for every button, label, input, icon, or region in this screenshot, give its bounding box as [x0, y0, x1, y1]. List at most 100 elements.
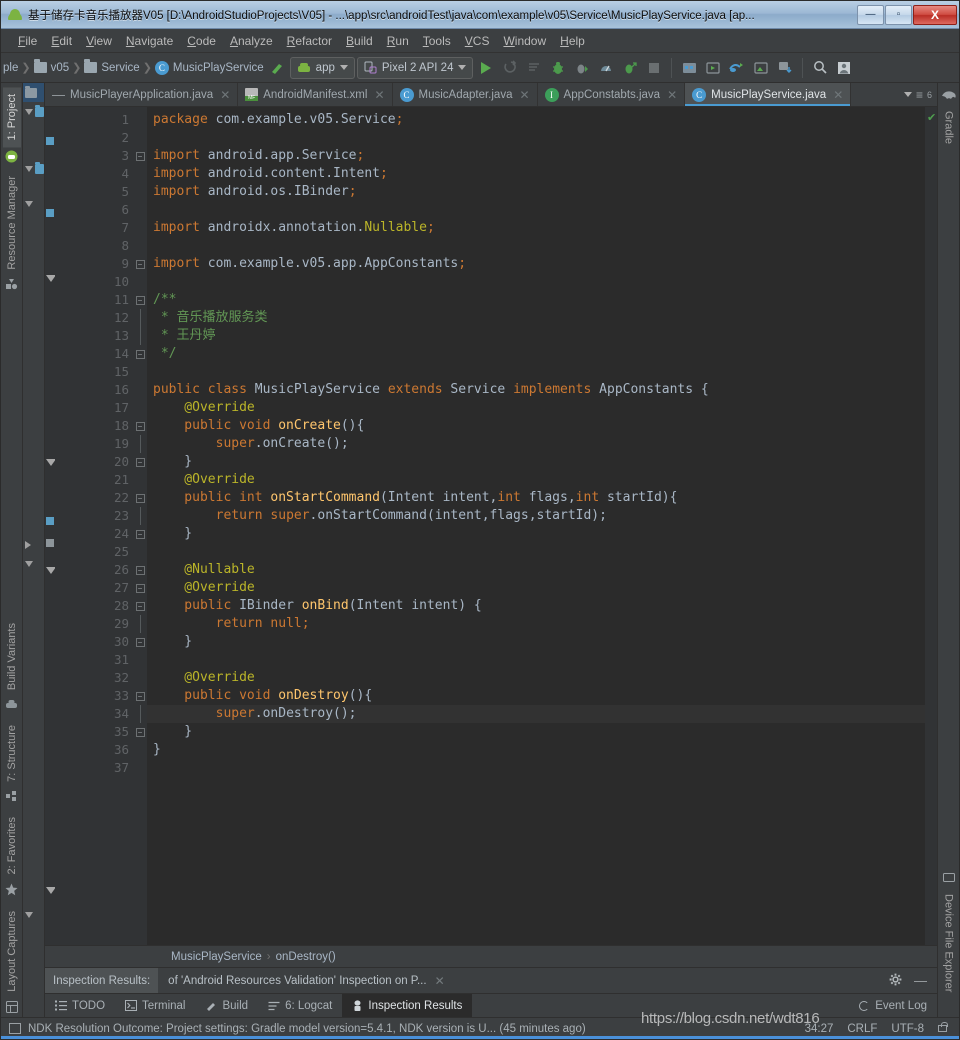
menu-refactor[interactable]: Refactor [280, 32, 339, 50]
minimize-icon[interactable]: — [914, 973, 927, 988]
stop-button[interactable] [643, 57, 665, 79]
bottom-tab-logcat[interactable]: 6: Logcat [258, 994, 342, 1017]
gutter-line-17[interactable]: 17 [55, 399, 133, 417]
tree-node-3[interactable] [23, 194, 44, 213]
fold-toggle-26[interactable]: − [133, 561, 147, 579]
menu-analyze[interactable]: Analyze [223, 32, 280, 50]
close-icon[interactable]: ✕ [220, 88, 230, 102]
code-line-2[interactable] [147, 129, 925, 147]
fold-toggle-34[interactable] [133, 705, 147, 723]
gutter-line-21[interactable]: 21 [55, 471, 133, 489]
fold-toggle-20[interactable]: − [133, 453, 147, 471]
fold-toggle-11[interactable]: − [133, 291, 147, 309]
menu-vcs[interactable]: VCS [458, 32, 497, 50]
gutter-line-36[interactable]: 36 [55, 741, 133, 759]
menu-code[interactable]: Code [180, 32, 223, 50]
fold-toggle-27[interactable]: − [133, 579, 147, 597]
code-line-28[interactable]: public IBinder onBind(Intent intent) { [147, 597, 925, 615]
tree-node-4[interactable] [23, 535, 44, 554]
editor-marker-stripe-left[interactable] [45, 107, 56, 945]
close-icon[interactable]: ✕ [833, 88, 843, 102]
apply-code-changes-button[interactable] [523, 57, 545, 79]
bottom-tab-todo[interactable]: TODO [45, 994, 115, 1017]
close-icon[interactable]: ✕ [374, 88, 384, 102]
code-line-20[interactable]: } [147, 453, 925, 471]
gutter-line-13[interactable]: 13 [55, 327, 133, 345]
code-line-34[interactable]: super.onDestroy(); [147, 705, 925, 723]
fold-toggle-19[interactable] [133, 435, 147, 453]
inspection-results-title-wrap[interactable]: of 'Android Resources Validation' Inspec… [158, 974, 454, 988]
code-line-1[interactable]: package com.example.v05.Service; [147, 111, 925, 129]
code-line-22[interactable]: public int onStartCommand(Intent intent,… [147, 489, 925, 507]
gutter-line-31[interactable]: 31 [55, 651, 133, 669]
gear-icon[interactable] [889, 973, 902, 989]
gutter-line-8[interactable]: 8 [55, 237, 133, 255]
gutter-line-33[interactable]: 33↑ [55, 687, 155, 705]
sidebar-item-structure[interactable]: 7: Structure [3, 718, 21, 789]
code-line-13[interactable]: * 王丹婷 [147, 327, 925, 345]
gutter-line-15[interactable]: 15 [55, 363, 133, 381]
code-line-25[interactable] [147, 543, 925, 561]
code-line-6[interactable] [147, 201, 925, 219]
fold-toggle-29[interactable] [133, 615, 147, 633]
bottom-tab-build[interactable]: Build [195, 994, 258, 1017]
code-line-16[interactable]: public class MusicPlayService extends Se… [147, 381, 925, 399]
fold-toggle-28[interactable]: − [133, 597, 147, 615]
breadcrumb-example[interactable]: ple [3, 62, 18, 74]
sidebar-item-resource-manager[interactable]: Resource Manager [3, 169, 21, 277]
gutter-line-35[interactable]: 35 [55, 723, 133, 741]
bottom-tab-terminal[interactable]: Terminal [115, 994, 195, 1017]
debug-button[interactable] [547, 57, 569, 79]
sidebar-item-project[interactable]: 1: Project [2, 87, 21, 148]
maximize-button[interactable]: ▫ [885, 4, 912, 25]
gutter-line-18[interactable]: 18↑ [55, 417, 155, 435]
code-line-4[interactable]: import android.content.Intent; [147, 165, 925, 183]
fold-toggle-9[interactable]: − [133, 255, 147, 273]
gutter-line-5[interactable]: 5 [55, 183, 133, 201]
code-line-21[interactable]: @Override [147, 471, 925, 489]
lock-icon[interactable] [938, 1022, 948, 1032]
gutter-line-32[interactable]: 32 [55, 669, 133, 687]
gutter-line-29[interactable]: 29 [55, 615, 133, 633]
code-line-19[interactable]: super.onCreate(); [147, 435, 925, 453]
code-line-14[interactable]: */ [147, 345, 925, 363]
code-line-17[interactable]: @Override [147, 399, 925, 417]
gutter-line-10[interactable]: 10 [55, 273, 133, 291]
gutter-line-20[interactable]: 20 [55, 453, 133, 471]
code-line-9[interactable]: import com.example.v05.app.AppConstants; [147, 255, 925, 273]
code-line-26[interactable]: @Nullable [147, 561, 925, 579]
gutter-line-34[interactable]: 34 [55, 705, 133, 723]
code-line-36[interactable]: } [147, 741, 925, 759]
code-line-30[interactable]: } [147, 633, 925, 651]
run-button[interactable] [475, 57, 497, 79]
gutter-line-3[interactable]: 3 [55, 147, 133, 165]
gutter-line-7[interactable]: 7 [55, 219, 133, 237]
gutter-line-22[interactable]: 22↑ [55, 489, 155, 507]
close-icon[interactable]: ✕ [667, 88, 677, 102]
gutter-line-14[interactable]: 14 [55, 345, 133, 363]
fold-toggle-13[interactable] [133, 327, 147, 345]
fold-toggle-24[interactable]: − [133, 525, 147, 543]
menu-file[interactable]: File [11, 32, 44, 50]
chevron-down-icon[interactable] [903, 92, 912, 97]
sidebar-item-device-file-explorer[interactable]: Device File Explorer [940, 887, 958, 999]
tree-node-2[interactable] [23, 159, 44, 178]
gutter-line-24[interactable]: 24 [55, 525, 133, 543]
code-line-11[interactable]: /** [147, 291, 925, 309]
sync-gradle-button[interactable] [726, 57, 748, 79]
code-line-27[interactable]: @Override [147, 579, 925, 597]
tab-androidmanifest[interactable]: MF AndroidManifest.xml ✕ [238, 83, 393, 106]
menu-edit[interactable]: Edit [44, 32, 79, 50]
code-line-8[interactable] [147, 237, 925, 255]
search-icon[interactable] [809, 57, 831, 79]
code-line-32[interactable]: @Override [147, 669, 925, 687]
gutter-line-30[interactable]: 30 [55, 633, 133, 651]
code-line-29[interactable]: return null; [147, 615, 925, 633]
gutter-line-25[interactable]: 25 [55, 543, 133, 561]
gutter-line-2[interactable]: 2 [55, 129, 133, 147]
code-line-35[interactable]: } [147, 723, 925, 741]
code-line-7[interactable]: import androidx.annotation.Nullable; [147, 219, 925, 237]
minimize-button[interactable]: — [857, 4, 884, 25]
gutter-line-12[interactable]: 12 [55, 309, 133, 327]
sdk-manager-button[interactable] [678, 57, 700, 79]
